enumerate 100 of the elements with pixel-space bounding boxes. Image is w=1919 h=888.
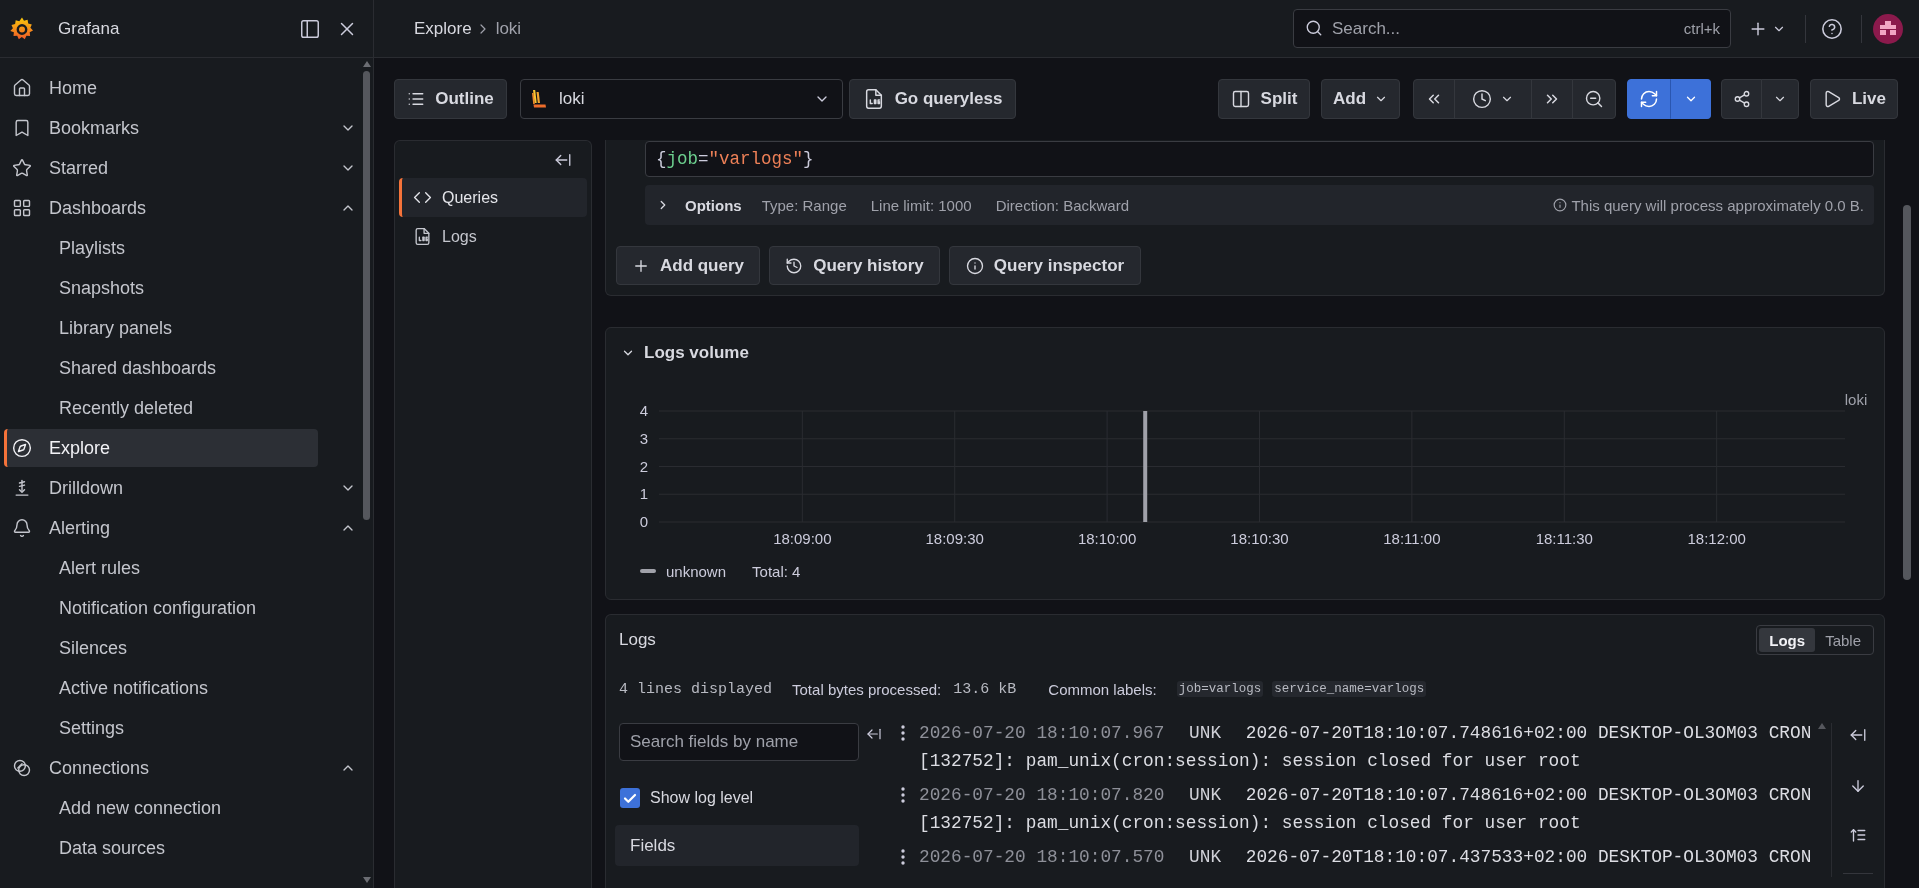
arrow-down-icon[interactable] bbox=[1849, 777, 1867, 795]
nav-subitem[interactable]: Active notifications bbox=[4, 669, 318, 707]
y-axis-label: 0 bbox=[639, 513, 649, 530]
x-axis-label: 18:10:00 bbox=[1077, 530, 1137, 547]
kebab-menu-icon[interactable] bbox=[901, 849, 905, 865]
fields-section-header[interactable]: Fields bbox=[615, 825, 859, 866]
field-search[interactable]: Search fields by name bbox=[619, 723, 859, 761]
share-button[interactable] bbox=[1721, 79, 1762, 119]
breadcrumb-link[interactable]: Explore bbox=[414, 18, 472, 39]
sort-icon[interactable] bbox=[1849, 826, 1867, 844]
label-tag: service_name=varlogs bbox=[1272, 681, 1427, 697]
nav-subitem[interactable]: Settings bbox=[4, 709, 318, 747]
live-button[interactable]: Live bbox=[1810, 79, 1898, 119]
avatar-icon[interactable] bbox=[1873, 13, 1903, 44]
scrollbar-thumb[interactable] bbox=[363, 71, 370, 520]
nav-item[interactable]: Connections bbox=[4, 749, 318, 787]
queryless-button[interactable]: Go queryless bbox=[849, 79, 1016, 119]
arrow-to-bar-icon[interactable] bbox=[554, 151, 572, 169]
document-icon bbox=[413, 227, 432, 246]
datasource-picker[interactable]: loki bbox=[520, 79, 843, 119]
compass-icon bbox=[12, 438, 32, 458]
list-icon bbox=[407, 90, 426, 108]
option-summary: Type: Range bbox=[761, 196, 847, 214]
nav-subitem[interactable]: Notification configuration bbox=[4, 589, 318, 627]
y-axis-label: 3 bbox=[639, 429, 649, 447]
zoom-out-icon bbox=[1584, 89, 1604, 109]
app-title: Grafana bbox=[58, 18, 121, 39]
nav-subitem[interactable]: Add new connection bbox=[4, 789, 318, 827]
step-back-button[interactable] bbox=[1413, 79, 1455, 119]
view-tab[interactable]: Logs bbox=[1759, 628, 1816, 652]
bookmark-icon bbox=[12, 118, 32, 138]
y-axis-label: 1 bbox=[639, 485, 649, 503]
lines-count: 4 lines displayed bbox=[619, 680, 773, 698]
labels-label: Common labels: bbox=[1048, 680, 1157, 698]
query-history-button[interactable]: Query history bbox=[769, 246, 940, 285]
zoom-out-button[interactable] bbox=[1572, 79, 1616, 119]
y-axis-label: 2 bbox=[639, 457, 649, 475]
history-icon bbox=[785, 256, 804, 275]
dock-icon[interactable] bbox=[299, 17, 321, 40]
outline-item[interactable]: Queries bbox=[399, 178, 587, 217]
nav-subitem[interactable]: Silences bbox=[4, 629, 318, 667]
x-axis-label: 18:11:30 bbox=[1535, 530, 1593, 547]
help-icon[interactable] bbox=[1821, 17, 1843, 40]
logs-volume-toggle[interactable]: Logs volume bbox=[621, 343, 749, 363]
clock-icon bbox=[1472, 89, 1492, 109]
add-button[interactable]: Add bbox=[1321, 79, 1400, 119]
nav-item[interactable]: Starred bbox=[4, 149, 318, 187]
option-summary: Line limit: 1000 bbox=[870, 196, 972, 214]
split-button[interactable]: Split bbox=[1218, 79, 1310, 119]
x-axis-label: 18:09:30 bbox=[925, 530, 984, 547]
scroll-up-arrow-icon[interactable] bbox=[1818, 723, 1826, 729]
logo-icon[interactable] bbox=[9, 15, 35, 42]
x-axis-label: 18:11:00 bbox=[1383, 530, 1441, 547]
nav-item[interactable]: Dashboards bbox=[4, 189, 318, 227]
options-toggle[interactable]: Options bbox=[656, 196, 742, 214]
bytes-label: Total bytes processed: bbox=[792, 680, 942, 698]
nav-subitem[interactable]: Library panels bbox=[4, 309, 318, 347]
nav-item[interactable]: Home bbox=[4, 69, 318, 107]
query-size-note: This query will process approximately 0.0 B. bbox=[1571, 196, 1864, 214]
query-editor[interactable]: {job="varlogs"} bbox=[645, 141, 1874, 177]
x-axis-label: 18:09:00 bbox=[773, 530, 832, 547]
home-icon bbox=[12, 78, 32, 98]
log-line: 2026-07-20 18:10:07.820 UNK 2026-07-20T18:10:07.748616+02:00 DESKTOP-OL3OM03 CRON[132752]: pam_unix(cron:session): session closed for user root bbox=[919, 784, 1813, 835]
label-tag: job=varlogs bbox=[1176, 681, 1264, 697]
refresh-button[interactable] bbox=[1627, 79, 1671, 119]
outline-item[interactable]: Logs bbox=[399, 217, 587, 256]
scroll-down-arrow-icon[interactable] bbox=[362, 877, 371, 883]
view-tab[interactable]: Table bbox=[1815, 628, 1871, 652]
nav-item[interactable]: Bookmarks bbox=[4, 109, 318, 147]
scrollbar-thumb[interactable] bbox=[1903, 205, 1911, 580]
query-inspector-button[interactable]: Query inspector bbox=[949, 246, 1141, 285]
nav-subitem[interactable]: Alert rules bbox=[4, 549, 318, 587]
legend-label[interactable]: unknown bbox=[666, 562, 727, 580]
option-summary: Direction: Backward bbox=[995, 196, 1130, 214]
nav-subitem[interactable]: Playlists bbox=[4, 229, 318, 267]
kebab-menu-icon[interactable] bbox=[901, 787, 905, 803]
nav-item[interactable]: Alerting bbox=[4, 509, 318, 547]
kebab-menu-icon[interactable] bbox=[901, 725, 905, 741]
grid-icon bbox=[12, 198, 32, 218]
nav-item[interactable]: Drilldown bbox=[4, 469, 318, 507]
nav-subitem[interactable]: Data sources bbox=[4, 829, 318, 867]
outline-button[interactable]: Outline bbox=[394, 79, 507, 119]
nav-subitem[interactable]: Recently deleted bbox=[4, 389, 318, 427]
scroll-up-arrow-icon[interactable] bbox=[362, 61, 371, 67]
panel-title: Logs bbox=[619, 630, 656, 650]
info-icon bbox=[1553, 198, 1568, 212]
legend-total: Total: 4 bbox=[752, 562, 801, 580]
play-icon bbox=[1822, 89, 1842, 109]
columns-icon bbox=[1230, 89, 1251, 109]
nav-subitem[interactable]: Snapshots bbox=[4, 269, 318, 307]
breadcrumb-link[interactable]: loki bbox=[495, 18, 522, 39]
nav-item[interactable]: Explore bbox=[4, 429, 318, 467]
time-range-button[interactable] bbox=[1454, 79, 1532, 119]
info-icon bbox=[965, 256, 984, 275]
checkbox-label: Show log level bbox=[650, 789, 754, 807]
checkbox[interactable] bbox=[620, 788, 640, 808]
nav-subitem[interactable]: Shared dashboards bbox=[4, 349, 318, 387]
add-query-button[interactable]: Add query bbox=[616, 246, 760, 285]
search-icon bbox=[1305, 19, 1323, 37]
arrow-to-bar-icon[interactable] bbox=[1849, 726, 1867, 744]
